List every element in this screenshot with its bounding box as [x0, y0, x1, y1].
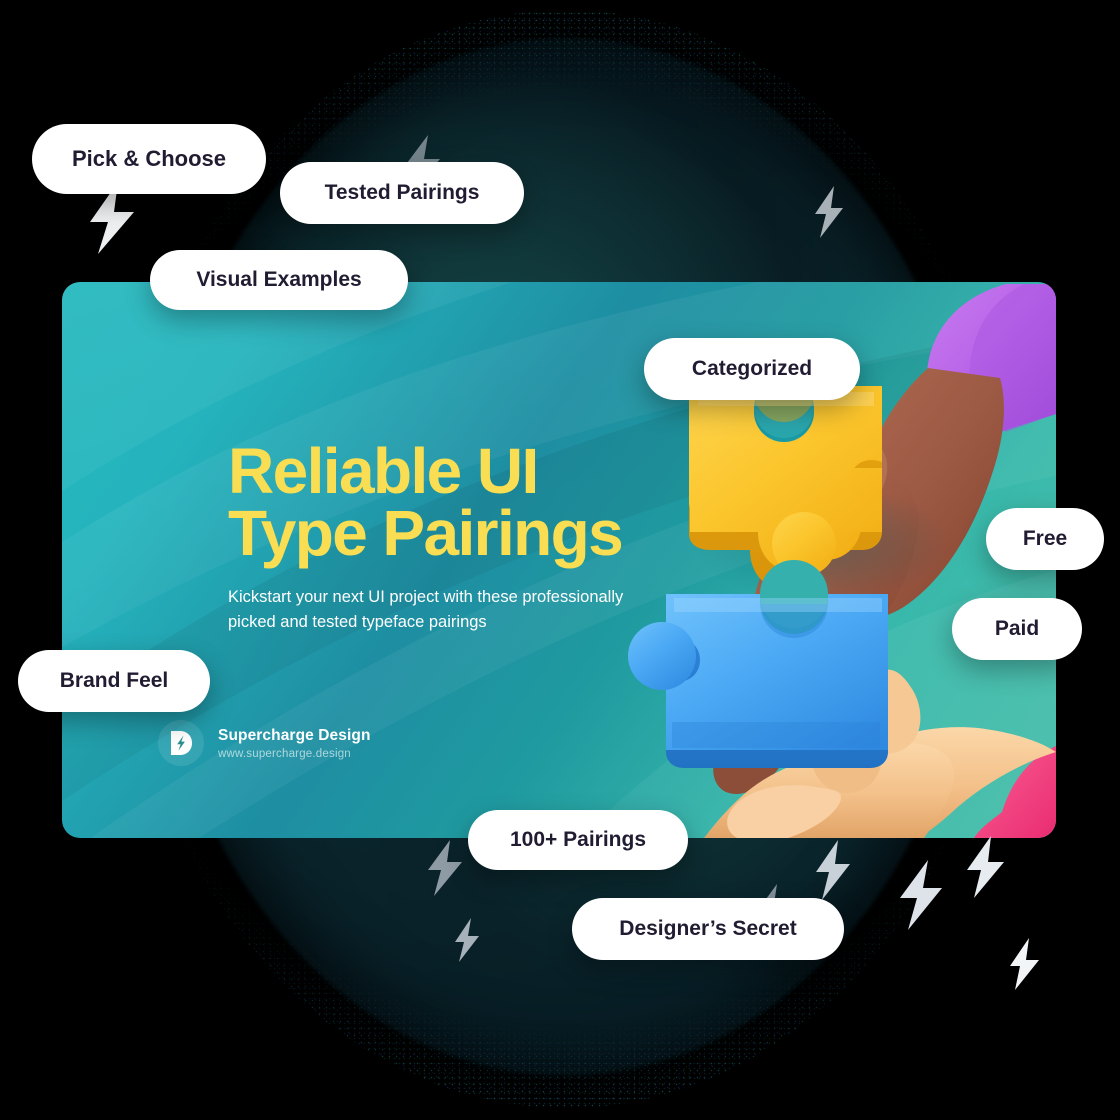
pill-designers-secret[interactable]: Designer’s Secret: [572, 898, 844, 960]
headline-line-2: Type Pairings: [228, 497, 624, 569]
headline-line-1: Reliable UI: [228, 435, 539, 507]
pill-categorized[interactable]: Categorized: [644, 338, 860, 400]
lightning-bolt-icon: [812, 840, 854, 905]
lightning-bolt-d-icon: [171, 731, 192, 755]
pill-label: Free: [1022, 527, 1068, 550]
brand-lockup: Supercharge Design www.supercharge.desig…: [158, 720, 371, 766]
subcopy-line-1: Kickstart your next UI project with thes…: [228, 588, 624, 606]
pill-free[interactable]: Free: [986, 508, 1104, 570]
pill-label: 100+ Pairings: [510, 828, 646, 851]
lightning-bolt-icon: [452, 918, 482, 967]
page-title: Reliable UI Type Pairings: [228, 435, 698, 569]
pill-paid[interactable]: Paid: [952, 598, 1082, 660]
pill-pairings-count[interactable]: 100+ Pairings: [468, 810, 688, 870]
pill-label: Categorized: [691, 357, 813, 380]
brand-text: Supercharge Design www.supercharge.desig…: [218, 727, 371, 760]
pill-visual-examples[interactable]: Visual Examples: [150, 250, 408, 310]
pill-label: Pick & Choose: [71, 146, 227, 171]
pill-pick-choose[interactable]: Pick & Choose: [32, 124, 266, 194]
lightning-bolt-icon: [962, 836, 1008, 903]
poster-stage: Reliable UI Type Pairings Kickstart your…: [0, 0, 1120, 1120]
lightning-bolt-icon: [1006, 938, 1042, 995]
brand-logo-badge: [158, 720, 204, 766]
pill-label: Designer’s Secret: [619, 917, 797, 940]
lightning-bolt-icon: [894, 860, 948, 935]
brand-url: www.supercharge.design: [218, 747, 351, 760]
pill-tested-pairings[interactable]: Tested Pairings: [280, 162, 524, 224]
pill-brand-feel[interactable]: Brand Feel: [18, 650, 210, 712]
pill-label: Tested Pairings: [324, 181, 480, 204]
hero-card: Reliable UI Type Pairings Kickstart your…: [62, 282, 1056, 838]
page-subtitle: Kickstart your next UI project with thes…: [228, 585, 658, 635]
pill-label: Paid: [994, 617, 1040, 640]
pill-label: Visual Examples: [196, 268, 362, 291]
subcopy-line-2: picked and tested typeface pairings: [228, 613, 487, 631]
pill-label: Brand Feel: [59, 669, 169, 692]
brand-name: Supercharge Design: [218, 726, 371, 744]
lightning-bolt-icon: [812, 186, 846, 243]
lightning-bolt-icon: [424, 840, 466, 901]
